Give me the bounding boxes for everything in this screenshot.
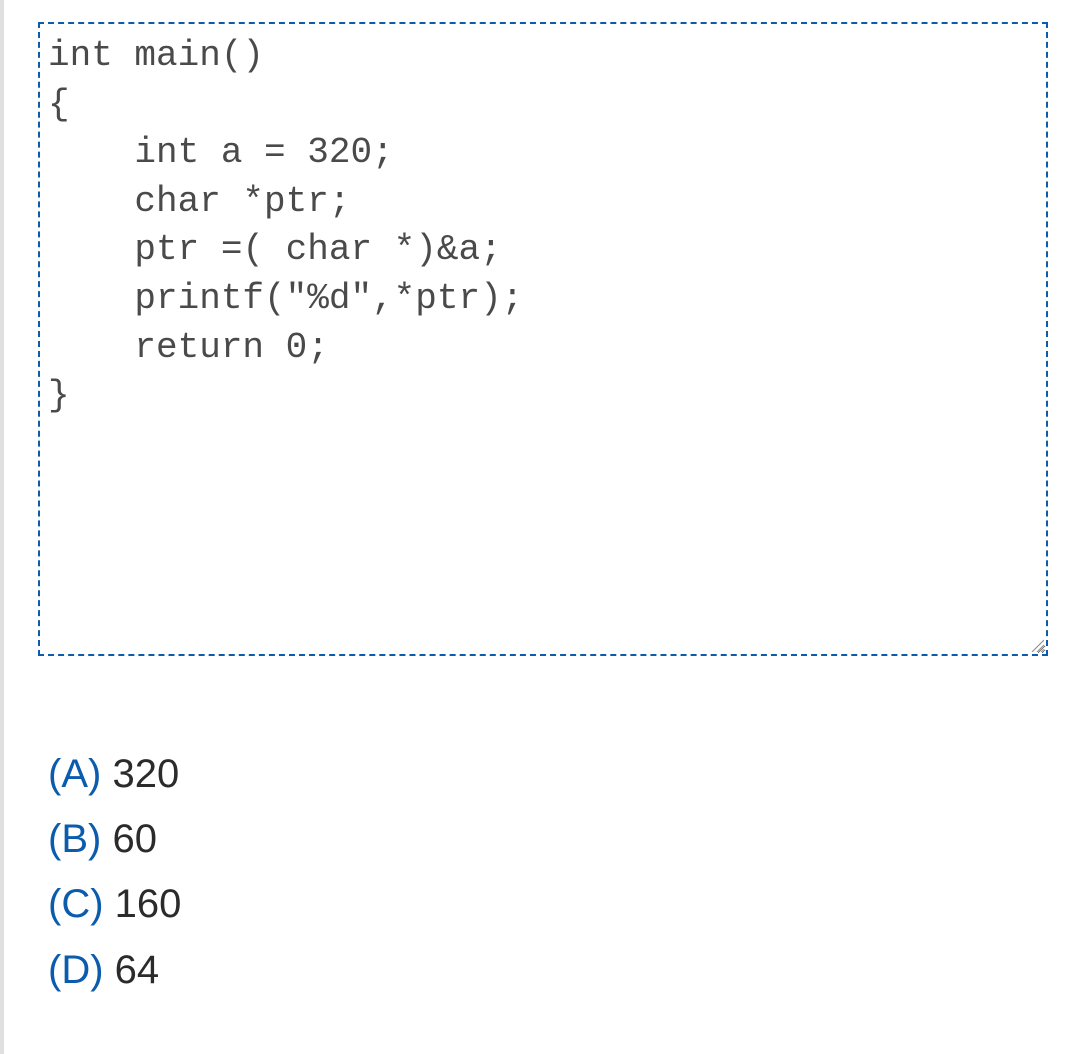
code-line-5: ptr =( char *)&a; (48, 229, 502, 270)
code-line-2: { (48, 84, 70, 125)
answer-text: 320 (112, 752, 179, 796)
answer-label: (B) (48, 817, 101, 861)
resize-handle-icon (1030, 638, 1044, 652)
code-line-1: int main() (48, 35, 264, 76)
code-line-8: } (48, 375, 70, 416)
answer-option-b[interactable]: (B) 60 (48, 807, 181, 872)
code-block: int main() { int a = 320; char *ptr; ptr… (38, 22, 1048, 656)
code-line-4: char *ptr; (48, 181, 350, 222)
answer-text: 60 (112, 817, 157, 861)
answer-label: (D) (48, 948, 104, 992)
answer-option-d[interactable]: (D) 64 (48, 938, 181, 1003)
code-line-3: int a = 320; (48, 132, 394, 173)
answer-option-c[interactable]: (C) 160 (48, 872, 181, 937)
answer-label: (C) (48, 882, 104, 926)
code-line-6: printf("%d",*ptr); (48, 278, 523, 319)
code-content: int main() { int a = 320; char *ptr; ptr… (48, 32, 1038, 421)
answer-option-a[interactable]: (A) 320 (48, 742, 181, 807)
left-border (0, 0, 4, 1054)
answer-text: 64 (115, 948, 160, 992)
code-line-7: return 0; (48, 327, 329, 368)
answers-list: (A) 320 (B) 60 (C) 160 (D) 64 (48, 742, 181, 1003)
answer-label: (A) (48, 752, 101, 796)
answer-text: 160 (115, 882, 182, 926)
